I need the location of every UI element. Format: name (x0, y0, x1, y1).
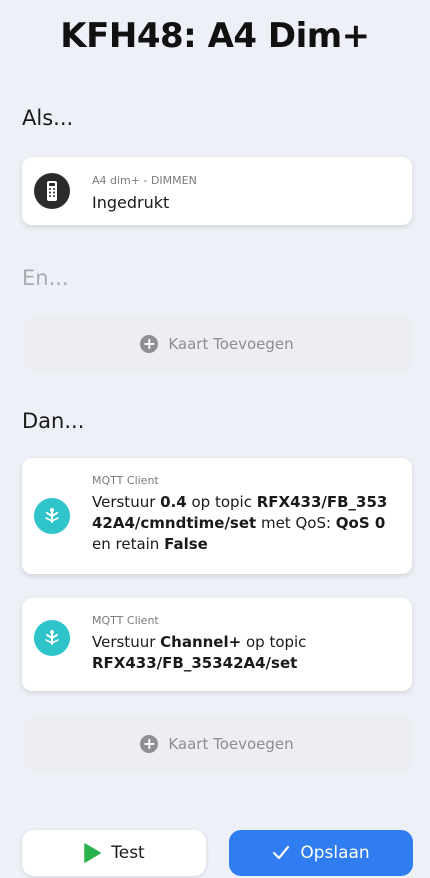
action-source: MQTT Client (92, 614, 159, 627)
add-card-label: Kaart Toevoegen (168, 335, 294, 353)
payload-value: 0.4 (160, 493, 187, 511)
action-text: met QoS: (256, 514, 336, 532)
mqtt-icon (34, 620, 70, 656)
add-card-label: Kaart Toevoegen (168, 735, 294, 753)
trigger-card[interactable]: A4 dim+ - DIMMEN Ingedrukt (22, 157, 412, 225)
retain-value: False (164, 535, 208, 553)
qos-value: QoS 0 (335, 514, 386, 532)
page-title: KFH48: A4 Dim+ (60, 16, 370, 56)
test-button-label: Test (111, 843, 145, 863)
action-source: MQTT Client (92, 474, 159, 487)
action-card[interactable]: MQTT Client Verstuur Channel+ op topic R… (22, 598, 412, 691)
save-button[interactable]: Opslaan (229, 830, 413, 876)
action-text: Verstuur (92, 493, 161, 511)
plus-icon: + (140, 735, 159, 753)
trigger-device-name: A4 dim+ - DIMMEN (92, 174, 197, 187)
action-text: op topic (186, 493, 257, 511)
topic-value: RFX433/FB_35342A4/set (92, 654, 298, 672)
then-section-label: Dan... (22, 409, 85, 433)
action-card[interactable]: MQTT Client Verstuur 0.4 op topic RFX433… (22, 458, 412, 574)
action-description: Verstuur 0.4 op topic RFX433/FB_35342A4/… (92, 492, 392, 555)
action-text: en retain (92, 535, 165, 553)
action-text: op topic (241, 633, 307, 651)
trigger-event: Ingedrukt (92, 193, 170, 212)
add-condition-card-button[interactable]: + Kaart Toevoegen (22, 316, 412, 372)
add-action-card-button[interactable]: + Kaart Toevoegen (22, 716, 412, 772)
remote-control-icon (34, 173, 70, 209)
play-icon (83, 843, 101, 863)
mqtt-icon (34, 498, 70, 534)
payload-value: Channel+ (160, 633, 242, 651)
if-section-label: Als... (22, 106, 74, 130)
and-section-label: En... (22, 266, 69, 290)
action-description: Verstuur Channel+ op topic RFX433/FB_353… (92, 632, 392, 674)
save-button-label: Opslaan (300, 843, 370, 863)
checkmark-icon (272, 845, 290, 861)
plus-icon: + (140, 335, 159, 353)
action-text: Verstuur (92, 633, 161, 651)
test-button[interactable]: Test (22, 830, 206, 876)
